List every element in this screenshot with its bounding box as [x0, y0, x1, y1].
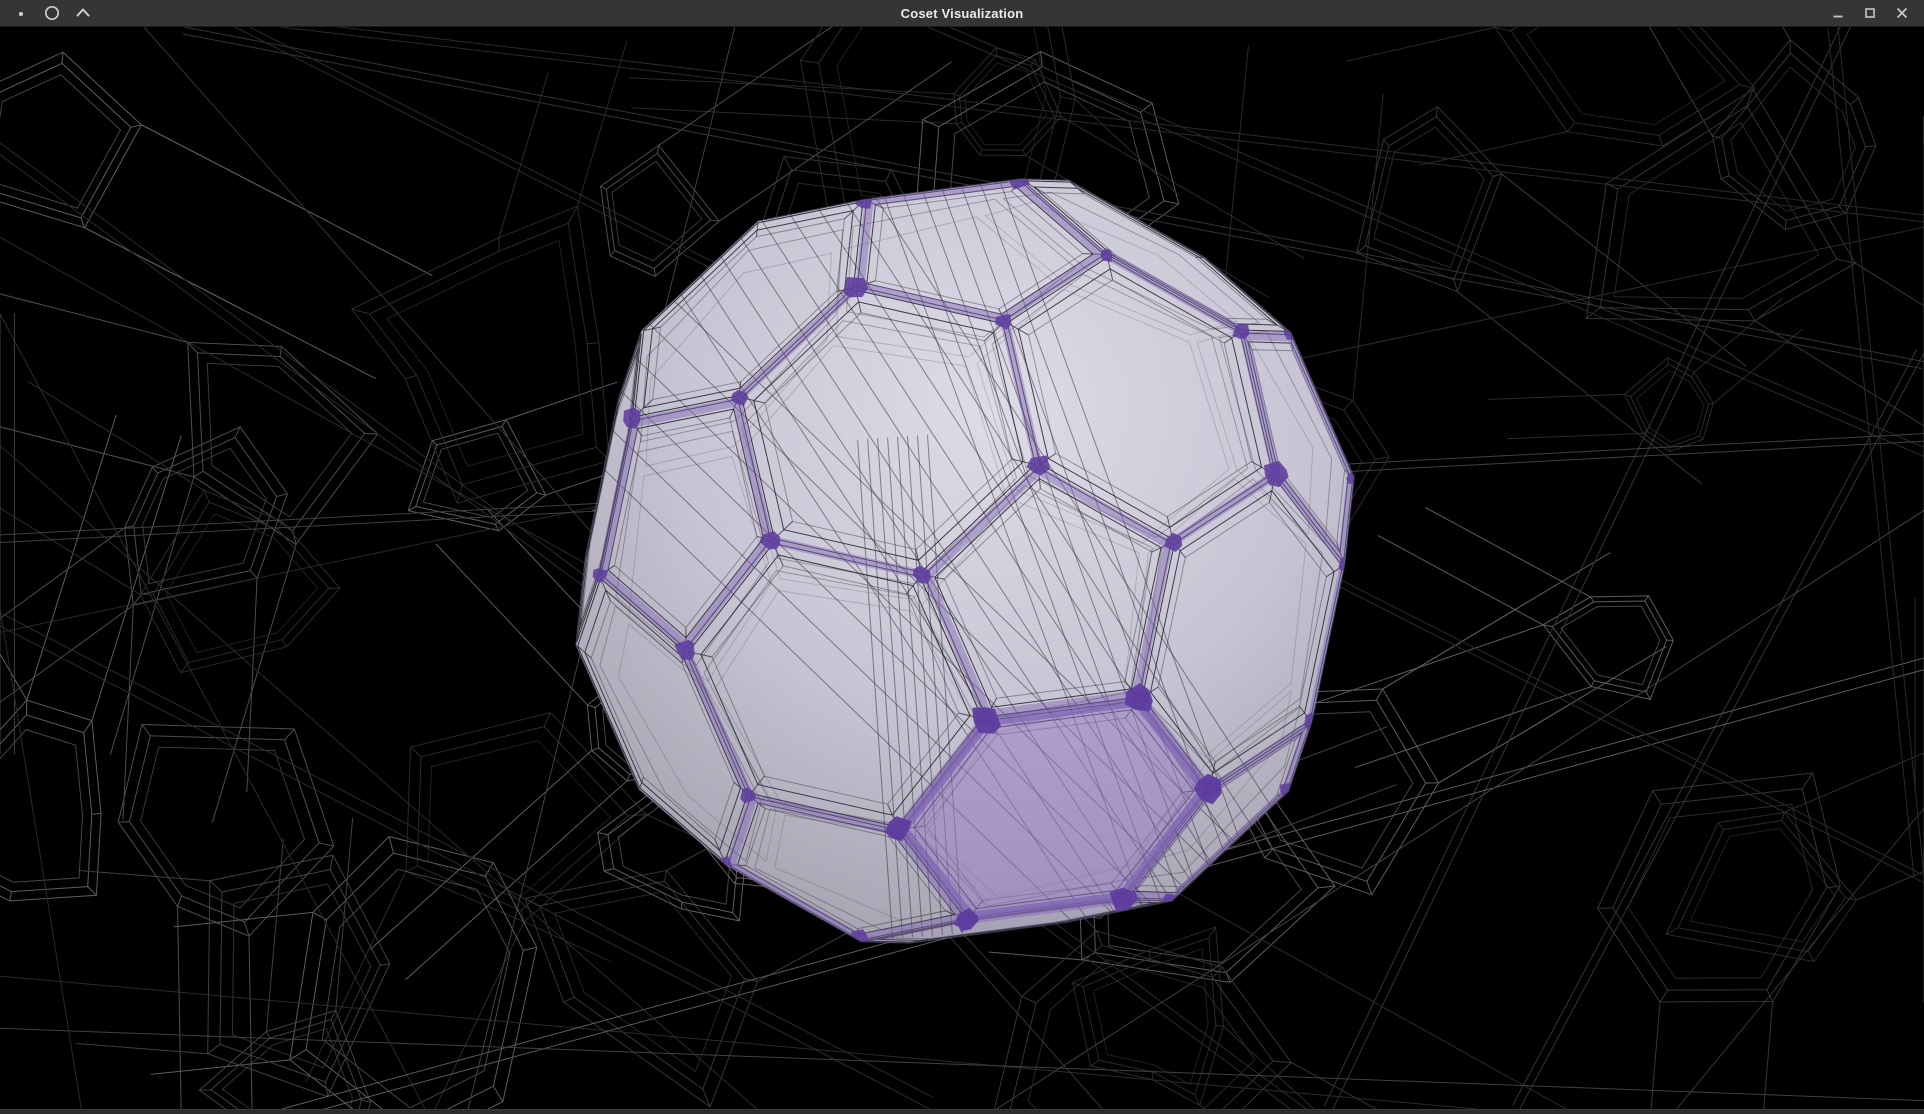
circle-icon[interactable]: [43, 4, 61, 22]
window-title: Coset Visualization: [0, 6, 1924, 21]
window-controls: [1825, 3, 1924, 24]
titlebar-left-icons: [0, 4, 92, 22]
close-button[interactable]: [1889, 3, 1914, 24]
coset-ball: [551, 103, 1360, 1015]
window-bottom-border: [0, 1109, 1924, 1114]
titlebar[interactable]: Coset Visualization: [0, 0, 1924, 27]
record-dot-icon[interactable]: [12, 4, 30, 22]
minimize-button[interactable]: [1825, 3, 1850, 24]
chevron-up-icon[interactable]: [74, 4, 92, 22]
maximize-button[interactable]: [1857, 3, 1882, 24]
coset-scene-canvas[interactable]: [0, 27, 1924, 1109]
viewport-3d[interactable]: [0, 27, 1924, 1109]
